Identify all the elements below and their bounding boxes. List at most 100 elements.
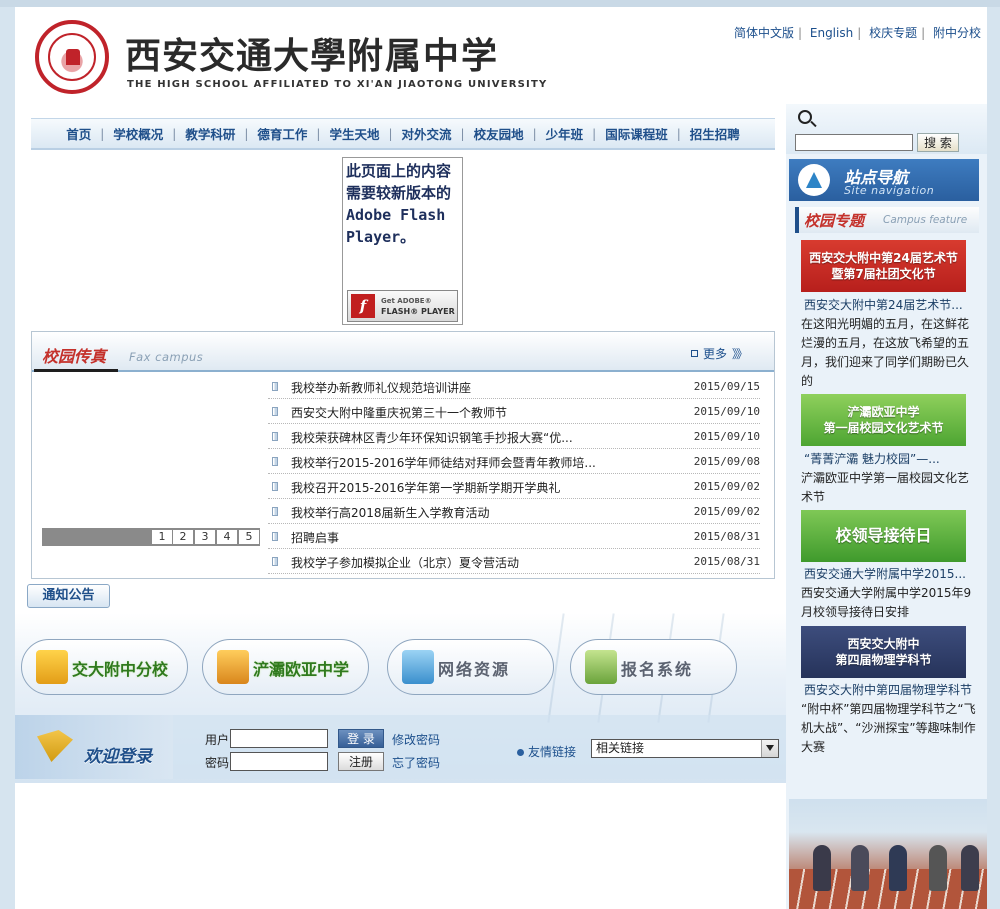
- right-sidebar: 搜 索 站点导航 Site navigation 校园专题 Campus fea…: [786, 104, 987, 909]
- friend-links-select[interactable]: 相关链接: [591, 739, 779, 758]
- school-title-en: THE HIGH SCHOOL AFFILIATED TO XI'AN JIAO…: [127, 79, 548, 90]
- bullet-icon: [272, 457, 278, 466]
- slide-2[interactable]: 2: [173, 530, 193, 544]
- feature-title[interactable]: 西安交通大学附属中学2015...: [804, 565, 976, 582]
- fax-more-link[interactable]: 更多 》》: [690, 345, 748, 362]
- fax-campus-title: 校园传真: [42, 347, 107, 366]
- fax-campus-panel: 校园传真 Fax campus 更多 》》 1 2 3 4 5 我校举办新教师礼仪…: [31, 331, 775, 579]
- top-links: 简体中文版 | English | 校庆专题 | 附中分校: [733, 26, 981, 40]
- register-button[interactable]: 注册: [338, 752, 384, 771]
- flash-message: 此页面上的内容需要较新版本的 Adobe Flash Player。: [346, 162, 452, 246]
- search-area: 搜 索: [786, 104, 987, 154]
- bullet-icon: [272, 432, 278, 441]
- school-logo[interactable]: [35, 20, 109, 94]
- top-strip: [0, 0, 1000, 7]
- nav-junior[interactable]: 少年班: [544, 124, 586, 143]
- quicklink-network-resources[interactable]: 网络资源: [387, 639, 554, 695]
- fax-campus-header: 校园传真 Fax campus 更多 》》: [32, 332, 774, 372]
- feature-image-chanba[interactable]: 浐灞欧亚中学 第一届校园文化艺术节: [801, 394, 966, 446]
- navigation-icon: [798, 164, 830, 196]
- school-title-cn: 西安交通大學附属中学: [125, 35, 500, 77]
- building-icon: [36, 650, 68, 684]
- dot-icon: [517, 749, 524, 756]
- bullet-icon: [272, 507, 278, 516]
- feature-desc: 在这阳光明媚的五月，在这鲜花烂漫的五月，在这放飞希望的五月，我们迎来了同学们期盼…: [801, 317, 970, 388]
- list-item[interactable]: 我校举行高2018届新生入学教育活动 2015/09/02: [268, 499, 760, 524]
- news-list: 我校举办新教师礼仪规范培训讲座 2015/09/15 西安交大附中隆重庆祝第三十一…: [268, 374, 760, 574]
- fax-campus-subtitle: Fax campus: [129, 350, 204, 364]
- quicklink-registration[interactable]: 报名系统: [570, 639, 737, 695]
- feature-desc: 西安交通大学附属中学2015年9月校领导接待日安排: [801, 586, 972, 619]
- welcome-login: 欢迎登录: [15, 715, 173, 779]
- search-icon: [798, 110, 812, 124]
- books-icon: [217, 650, 249, 684]
- toplink-chinese[interactable]: 简体中文版: [734, 26, 794, 40]
- nav-alumni[interactable]: 校友园地: [472, 124, 526, 143]
- list-item[interactable]: 我校召开2015-2016学年第一学期新学期开学典礼 2015/09/02: [268, 474, 760, 499]
- nav-students[interactable]: 学生天地: [327, 124, 381, 143]
- slide-pager: 1 2 3 4 5: [42, 528, 260, 546]
- list-item[interactable]: 我校举行2015-2016学年师徒结对拜师会暨青年教师培... 2015/09/0…: [268, 449, 760, 474]
- quicklink-chanba-school[interactable]: 浐灞欧亚中学: [202, 639, 369, 695]
- username-input[interactable]: [230, 729, 328, 748]
- feature-image-reception-day[interactable]: 校领导接待日: [801, 510, 966, 562]
- bullet-icon: [272, 532, 278, 541]
- list-item[interactable]: 我校举办新教师礼仪规范培训讲座 2015/09/15: [268, 374, 760, 399]
- bullet-icon: [272, 382, 278, 391]
- flash-icon: f: [351, 294, 375, 318]
- registration-icon: [585, 650, 617, 684]
- feature-image-physics-festival[interactable]: 西安交大附中 第四届物理学科节: [801, 626, 966, 678]
- globe-icon: [402, 650, 434, 684]
- change-password-link[interactable]: 修改密码: [392, 731, 440, 748]
- list-item[interactable]: 我校学子参加模拟企业（北京）夏令营活动 2015/08/31: [268, 549, 760, 574]
- password-input[interactable]: [230, 752, 328, 771]
- toplink-branch[interactable]: 附中分校: [933, 26, 981, 40]
- slide-4[interactable]: 4: [217, 530, 237, 544]
- feature-title[interactable]: 西安交大附中第四届物理学科节: [804, 681, 976, 698]
- list-item[interactable]: 招聘启事 2015/08/31: [268, 524, 760, 549]
- get-flash-button[interactable]: f Get ADOBE® FLASH® PLAYER: [347, 290, 458, 322]
- slide-1[interactable]: 1: [152, 530, 172, 544]
- feature-desc: 浐灞欧亚中学第一届校园文化艺术节: [801, 471, 970, 504]
- toplink-anniversary[interactable]: 校庆专题: [869, 26, 917, 40]
- login-button[interactable]: 登 录: [338, 729, 384, 748]
- nav-home[interactable]: 首页: [64, 124, 93, 143]
- sports-photo: [789, 799, 987, 909]
- slide-5[interactable]: 5: [239, 530, 259, 544]
- slide-3[interactable]: 3: [195, 530, 215, 544]
- folder-icon: [37, 730, 73, 762]
- password-label: 密码: [205, 756, 230, 770]
- bullet-icon: [272, 557, 278, 566]
- search-button[interactable]: 搜 索: [917, 133, 959, 152]
- friend-links-label: 友情链接: [517, 743, 576, 760]
- flash-placeholder: 此页面上的内容需要较新版本的 Adobe Flash Player。 f Get…: [342, 157, 463, 325]
- nav-teaching[interactable]: 教学科研: [183, 124, 237, 143]
- feature-desc: “附中杯”第四届物理学科节之“飞机大战”、“沙洲探宝”等趣味制作大赛: [801, 702, 976, 754]
- square-icon: [690, 350, 698, 357]
- quicklink-branch-school[interactable]: 交大附中分校: [21, 639, 188, 695]
- notice-tab[interactable]: 通知公告: [27, 584, 110, 608]
- forgot-password-link[interactable]: 忘了密码: [392, 754, 440, 771]
- nav-admission[interactable]: 招生招聘: [688, 124, 742, 143]
- nav-moral[interactable]: 德育工作: [255, 124, 309, 143]
- photo-slideshow[interactable]: 1 2 3 4 5: [42, 378, 260, 566]
- site-navigation-banner[interactable]: 站点导航 Site navigation: [789, 159, 979, 201]
- main-nav: 首页 | 学校概况 | 教学科研 | 德育工作 | 学生天地 | 对外交流 | 校友园地 | …: [31, 118, 775, 150]
- feature-image-art-festival[interactable]: 西安交大附中第24届艺术节 暨第7届社团文化节: [801, 240, 966, 292]
- feature-title[interactable]: 西安交大附中第24届艺术节...: [804, 296, 976, 313]
- bullet-icon: [272, 482, 278, 491]
- toplink-english[interactable]: English: [810, 26, 853, 40]
- search-input[interactable]: [795, 134, 913, 151]
- nav-overview[interactable]: 学校概况: [111, 124, 165, 143]
- nav-international[interactable]: 国际课程班: [603, 124, 670, 143]
- chevron-down-icon: [761, 740, 778, 757]
- bullet-icon: [272, 407, 278, 416]
- feature-title[interactable]: “菁菁浐灞 魅力校园”—...: [804, 450, 976, 467]
- list-item[interactable]: 我校荣获碑林区青少年环保知识钢笔手抄报大赛“优... 2015/09/10: [268, 424, 760, 449]
- nav-exchange[interactable]: 对外交流: [400, 124, 454, 143]
- list-item[interactable]: 西安交大附中隆重庆祝第三十一个教师节 2015/09/10: [268, 399, 760, 424]
- double-chevron-icon: 》》: [731, 347, 748, 361]
- campus-feature-header: 校园专题 Campus feature: [795, 207, 979, 233]
- page: 西安交通大學附属中学 THE HIGH SCHOOL AFFILIATED TO…: [15, 7, 987, 909]
- username-label: 用户: [205, 733, 230, 747]
